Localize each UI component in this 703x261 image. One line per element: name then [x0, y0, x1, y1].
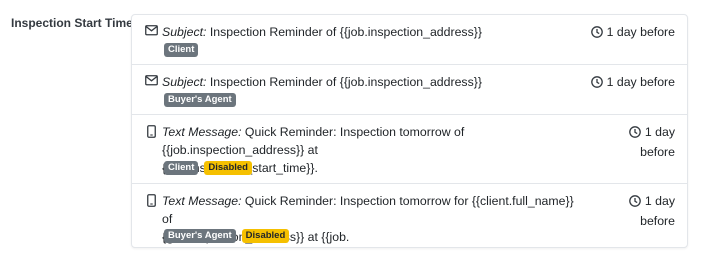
reminders-card: Subject: Inspection Reminder of {{job.in…	[131, 14, 688, 248]
envelope-icon	[145, 25, 158, 38]
reminder-type: Subject:	[162, 25, 207, 39]
reminder-timing: 1 day before	[590, 73, 675, 93]
badge-group: Client	[164, 43, 204, 61]
reminder-text: Subject: Inspection Reminder of {{job.in…	[162, 73, 582, 91]
badge-group: Buyer's Agent Disabled	[164, 229, 295, 247]
reminder-timing: 1 day before	[627, 192, 675, 230]
reminder-row-email-client[interactable]: Subject: Inspection Reminder of {{job.in…	[132, 15, 687, 65]
timing-text-line1: 1 day	[644, 194, 675, 208]
reminder-row-email-buyers-agent[interactable]: Subject: Inspection Reminder of {{job.in…	[132, 65, 687, 115]
disabled-badge: Disabled	[241, 229, 290, 243]
reminder-message: Inspection Reminder of {{job.inspection_…	[206, 25, 482, 39]
reminder-row-sms-client[interactable]: Text Message: Quick Reminder: Inspection…	[132, 115, 687, 184]
reminder-message: Inspection Reminder of {{job.inspection_…	[206, 75, 482, 89]
timing-text: 1 day before	[606, 75, 675, 89]
reminder-timing: 1 day before	[590, 23, 675, 43]
reminder-type: Text Message:	[162, 125, 242, 139]
recipient-badge: Client	[164, 161, 199, 175]
reminder-type: Text Message:	[162, 194, 242, 208]
timing-text-line1: 1 day	[644, 125, 675, 139]
disabled-badge: Disabled	[204, 161, 252, 175]
recipient-badge: Buyer's Agent	[164, 229, 236, 243]
mobile-phone-icon	[147, 194, 160, 207]
timing-text-line2: before	[640, 145, 675, 159]
clock-icon	[629, 125, 641, 143]
timing-text-line2: before	[640, 214, 675, 228]
clock-icon	[629, 194, 641, 212]
badge-group: Buyer's Agent	[164, 93, 242, 111]
reminder-row-sms-buyers-agent[interactable]: Text Message: Quick Reminder: Inspection…	[132, 184, 687, 249]
reminder-type: Subject:	[162, 75, 207, 89]
recipient-badge: Buyer's Agent	[164, 93, 236, 107]
recipient-badge: Client	[164, 43, 199, 57]
clock-icon	[590, 25, 603, 43]
reminder-text: Subject: Inspection Reminder of {{job.in…	[162, 23, 582, 41]
envelope-icon	[145, 75, 158, 88]
badge-group: Client Disabled	[164, 161, 258, 179]
section-label: Inspection Start Time	[11, 16, 133, 30]
timing-text: 1 day before	[606, 25, 675, 39]
clock-icon	[590, 75, 603, 93]
mobile-phone-icon	[147, 125, 160, 138]
reminder-timing: 1 day before	[627, 123, 675, 161]
